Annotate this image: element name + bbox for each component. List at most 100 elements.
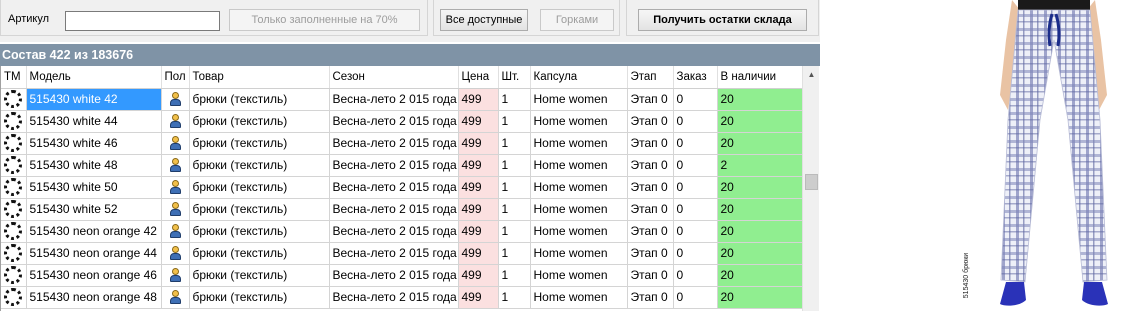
table-row[interactable]: 515430 white 42 брюки (текстиль) Весна-лет…	[1, 88, 804, 111]
all-available-button[interactable]: Все доступные	[440, 9, 528, 31]
price-cell[interactable]: 499	[458, 242, 499, 265]
column-header[interactable]: ТМ	[1, 66, 27, 89]
capsule-cell[interactable]: Home women	[530, 220, 628, 243]
column-header[interactable]: Сезон	[329, 66, 459, 89]
capsule-cell[interactable]: Home women	[530, 154, 628, 177]
model-cell[interactable]: 515430 neon orange 48	[26, 286, 162, 309]
column-header[interactable]: Капсула	[530, 66, 628, 89]
get-stock-button[interactable]: Получить остатки склада	[638, 9, 807, 31]
product-cell[interactable]: брюки (текстиль)	[189, 286, 330, 309]
price-cell[interactable]: 499	[458, 220, 499, 243]
product-cell[interactable]: брюки (текстиль)	[189, 264, 330, 287]
order-cell[interactable]: 0	[673, 176, 718, 199]
capsule-cell[interactable]: Home women	[530, 132, 628, 155]
quantity-cell[interactable]: 1	[498, 110, 531, 133]
order-cell[interactable]: 0	[673, 286, 718, 309]
stage-cell[interactable]: Этап 0	[627, 220, 674, 243]
scroll-thumb[interactable]	[805, 174, 818, 190]
season-cell[interactable]: Весна-лето 2 015 года	[329, 154, 459, 177]
capsule-cell[interactable]: Home women	[530, 264, 628, 287]
column-header[interactable]: Шт.	[498, 66, 531, 89]
capsule-cell[interactable]: Home women	[530, 198, 628, 221]
table-row[interactable]: 515430 neon orange 44 брюки (текстиль) Вес…	[1, 242, 804, 265]
model-cell[interactable]: 515430 neon orange 42	[26, 220, 162, 243]
quantity-cell[interactable]: 1	[498, 286, 531, 309]
in-stock-cell[interactable]: 2	[717, 154, 804, 177]
hills-button[interactable]: Горками	[540, 9, 614, 31]
price-cell[interactable]: 499	[458, 264, 499, 287]
model-cell[interactable]: 515430 white 50	[26, 176, 162, 199]
in-stock-cell[interactable]: 20	[717, 176, 804, 199]
quantity-cell[interactable]: 1	[498, 220, 531, 243]
season-cell[interactable]: Весна-лето 2 015 года	[329, 88, 459, 111]
table-row[interactable]: 515430 neon orange 48 брюки (текстиль) Вес…	[1, 286, 804, 309]
column-header[interactable]: В наличии	[717, 66, 804, 89]
season-cell[interactable]: Весна-лето 2 015 года	[329, 264, 459, 287]
in-stock-cell[interactable]: 20	[717, 286, 804, 309]
quantity-cell[interactable]: 1	[498, 176, 531, 199]
order-cell[interactable]: 0	[673, 88, 718, 111]
capsule-cell[interactable]: Home women	[530, 110, 628, 133]
price-cell[interactable]: 499	[458, 198, 499, 221]
product-cell[interactable]: брюки (текстиль)	[189, 154, 330, 177]
column-header[interactable]: Этап	[627, 66, 674, 89]
article-input[interactable]	[65, 11, 220, 31]
season-cell[interactable]: Весна-лето 2 015 года	[329, 220, 459, 243]
quantity-cell[interactable]: 1	[498, 198, 531, 221]
scroll-up-arrow-icon[interactable]: ▲	[803, 66, 820, 83]
in-stock-cell[interactable]: 20	[717, 110, 804, 133]
table-row[interactable]: 515430 white 52 брюки (текстиль) Весна-лет…	[1, 198, 804, 221]
price-cell[interactable]: 499	[458, 176, 499, 199]
product-cell[interactable]: брюки (текстиль)	[189, 198, 330, 221]
table-row[interactable]: 515430 white 48 брюки (текстиль) Весна-лет…	[1, 154, 804, 177]
stage-cell[interactable]: Этап 0	[627, 264, 674, 287]
stage-cell[interactable]: Этап 0	[627, 110, 674, 133]
season-cell[interactable]: Весна-лето 2 015 года	[329, 286, 459, 309]
product-cell[interactable]: брюки (текстиль)	[189, 88, 330, 111]
season-cell[interactable]: Весна-лето 2 015 года	[329, 110, 459, 133]
model-cell[interactable]: 515430 white 48	[26, 154, 162, 177]
order-cell[interactable]: 0	[673, 242, 718, 265]
quantity-cell[interactable]: 1	[498, 264, 531, 287]
in-stock-cell[interactable]: 20	[717, 220, 804, 243]
in-stock-cell[interactable]: 20	[717, 242, 804, 265]
table-row[interactable]: 515430 white 50 брюки (текстиль) Весна-лет…	[1, 176, 804, 199]
in-stock-cell[interactable]: 20	[717, 132, 804, 155]
capsule-cell[interactable]: Home women	[530, 286, 628, 309]
column-header[interactable]: Цена	[458, 66, 499, 89]
order-cell[interactable]: 0	[673, 220, 718, 243]
stage-cell[interactable]: Этап 0	[627, 132, 674, 155]
in-stock-cell[interactable]: 20	[717, 198, 804, 221]
product-cell[interactable]: брюки (текстиль)	[189, 176, 330, 199]
season-cell[interactable]: Весна-лето 2 015 года	[329, 198, 459, 221]
stage-cell[interactable]: Этап 0	[627, 154, 674, 177]
model-cell[interactable]: 515430 white 46	[26, 132, 162, 155]
stage-cell[interactable]: Этап 0	[627, 176, 674, 199]
quantity-cell[interactable]: 1	[498, 88, 531, 111]
order-cell[interactable]: 0	[673, 110, 718, 133]
price-cell[interactable]: 499	[458, 110, 499, 133]
model-cell[interactable]: 515430 neon orange 44	[26, 242, 162, 265]
column-header[interactable]: Заказ	[673, 66, 718, 89]
quantity-cell[interactable]: 1	[498, 132, 531, 155]
stage-cell[interactable]: Этап 0	[627, 242, 674, 265]
table-row[interactable]: 515430 white 44 брюки (текстиль) Весна-лет…	[1, 110, 804, 133]
capsule-cell[interactable]: Home women	[530, 242, 628, 265]
season-cell[interactable]: Весна-лето 2 015 года	[329, 176, 459, 199]
table-row[interactable]: 515430 neon orange 46 брюки (текстиль) Вес…	[1, 264, 804, 287]
model-cell[interactable]: 515430 white 52	[26, 198, 162, 221]
price-cell[interactable]: 499	[458, 88, 499, 111]
capsule-cell[interactable]: Home women	[530, 88, 628, 111]
product-cell[interactable]: брюки (текстиль)	[189, 220, 330, 243]
in-stock-cell[interactable]: 20	[717, 88, 804, 111]
product-cell[interactable]: брюки (текстиль)	[189, 110, 330, 133]
order-cell[interactable]: 0	[673, 198, 718, 221]
order-cell[interactable]: 0	[673, 132, 718, 155]
quantity-cell[interactable]: 1	[498, 242, 531, 265]
vertical-scrollbar[interactable]: ▲	[802, 66, 819, 311]
table-row[interactable]: 515430 neon orange 42 брюки (текстиль) Вес…	[1, 220, 804, 243]
table-row[interactable]: 515430 white 46 брюки (текстиль) Весна-лет…	[1, 132, 804, 155]
model-cell[interactable]: 515430 white 44	[26, 110, 162, 133]
stage-cell[interactable]: Этап 0	[627, 88, 674, 111]
order-cell[interactable]: 0	[673, 154, 718, 177]
